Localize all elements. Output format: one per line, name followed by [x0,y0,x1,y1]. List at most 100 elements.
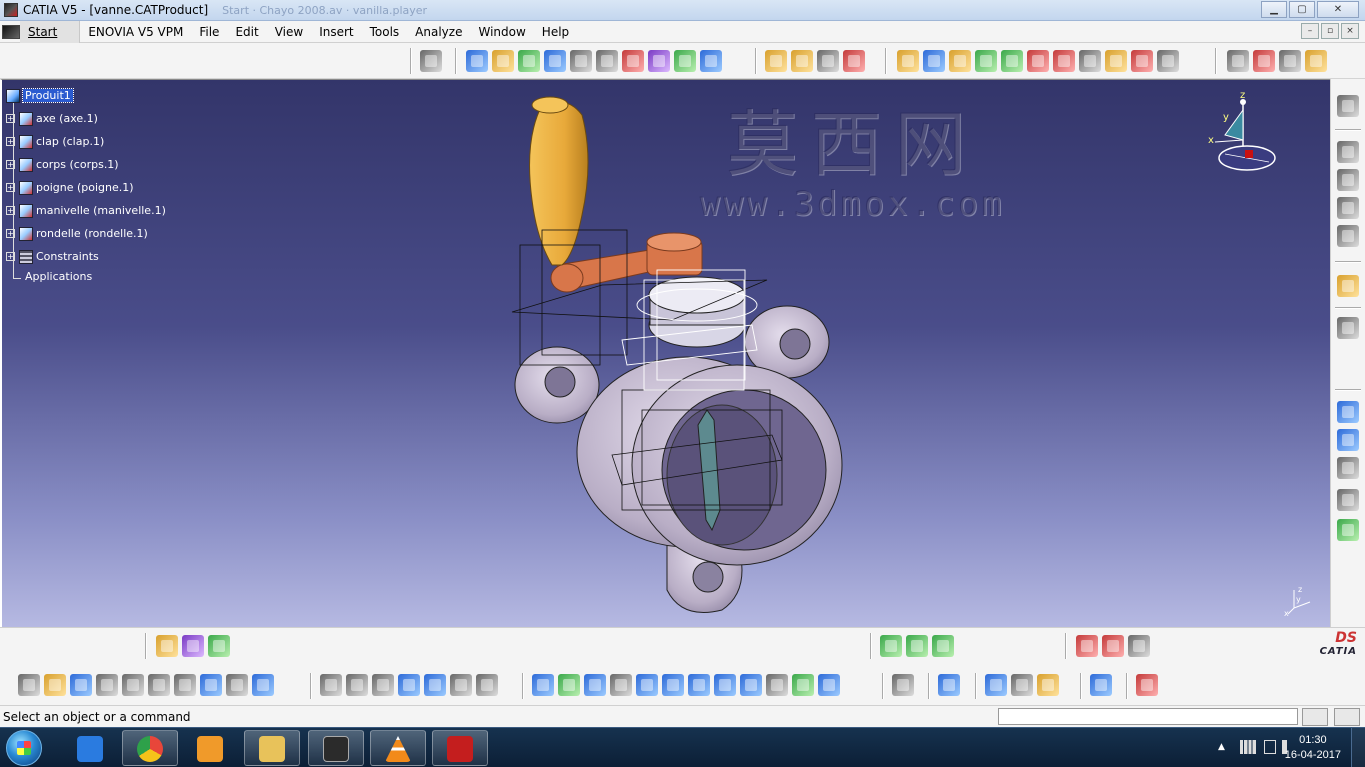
command-input[interactable] [998,708,1298,725]
distance-band-analysis-icon[interactable] [1279,50,1301,72]
tree-root-label[interactable]: Produit1 [22,88,74,103]
taskbar-media-player[interactable] [182,730,238,766]
tree-item-label[interactable]: axe (axe.1) [36,112,98,125]
expand-icon[interactable]: + [6,183,15,192]
bill-of-material-icon[interactable] [1076,635,1098,657]
zoom-in-icon[interactable] [636,674,658,696]
cut-section-icon[interactable] [182,635,204,657]
annotation-weld-icon[interactable] [1337,401,1359,423]
fix-together-icon[interactable] [596,50,618,72]
document-restore-button[interactable]: ▫ [1321,23,1339,39]
close-button[interactable]: ✕ [1317,1,1359,18]
tree-item-axe[interactable]: + axe (axe.1) [6,107,166,130]
fix-component-icon[interactable] [570,50,592,72]
whats-this-icon[interactable] [252,674,274,696]
camera-icon[interactable] [892,674,914,696]
capture-icon[interactable] [1337,519,1359,541]
tree-item-label[interactable]: Constraints [36,250,99,263]
paste-icon[interactable] [174,674,196,696]
taskbar-clock[interactable]: 01:30 16-04-2017 [1285,733,1341,763]
update-icon[interactable] [420,50,442,72]
move-forward-icon[interactable] [906,635,928,657]
zoom-out-icon[interactable] [662,674,684,696]
measure-inertia-icon[interactable] [1037,674,1059,696]
tree-root[interactable]: Produit1 [6,84,166,107]
new-component-icon[interactable] [765,50,787,72]
tree-item-constraints[interactable]: + Constraints [6,245,166,268]
catalog-icon[interactable] [156,635,178,657]
multi-instantiation-icon[interactable] [1157,50,1179,72]
tree-item-poigne[interactable]: + poigne (poigne.1) [6,176,166,199]
tree-item-rondelle[interactable]: + rondelle (rondelle.1) [6,222,166,245]
fly-mode-icon[interactable] [532,674,554,696]
menu-tools[interactable]: Tools [362,21,408,43]
compass-widget[interactable]: z y x [1205,90,1285,180]
snap-icon[interactable] [923,50,945,72]
grid-icon[interactable] [1136,674,1158,696]
expand-icon[interactable]: + [6,206,15,215]
tree-item-label[interactable]: clap (clap.1) [36,135,104,148]
windows-start-button[interactable] [6,730,42,766]
stop-manipulate-on-clash-icon[interactable] [1001,50,1023,72]
explode-icon[interactable] [975,50,997,72]
taskbar-vlc[interactable] [370,730,426,766]
flag-note-icon[interactable] [1337,457,1359,479]
catalog-browser-icon[interactable] [1337,317,1359,339]
analyze-dependencies-icon[interactable] [1102,635,1124,657]
parameters-explorer-icon[interactable] [476,674,498,696]
manage-representations-icon[interactable] [1131,50,1153,72]
scene-icon[interactable] [1337,225,1359,247]
manipulation-icon[interactable] [897,50,919,72]
menu-window[interactable]: Window [470,21,533,43]
contact-constraint-icon[interactable] [492,50,514,72]
menu-help[interactable]: Help [534,21,577,43]
smart-move-icon[interactable] [949,50,971,72]
product-structure-tools-icon[interactable] [1337,141,1359,163]
angle-constraint-icon[interactable] [544,50,566,72]
rotate-icon[interactable] [610,674,632,696]
minimize-button[interactable]: ▁ [1261,1,1287,18]
tree-item-manivelle[interactable]: + manivelle (manivelle.1) [6,199,166,222]
expand-icon[interactable]: + [6,252,15,261]
swap-visible-space-icon[interactable] [818,674,840,696]
assembly-features-icon[interactable] [1337,197,1359,219]
menu-analyze[interactable]: Analyze [407,21,470,43]
open-file-icon[interactable] [44,674,66,696]
copy-icon[interactable] [148,674,170,696]
network-signal-icon[interactable] [1240,740,1256,754]
status-stop-button[interactable] [1334,708,1360,726]
taskbar-acrobat[interactable] [432,730,488,766]
measure-item-icon[interactable] [1011,674,1033,696]
undo-icon[interactable] [200,674,222,696]
offset-constraint-icon[interactable] [518,50,540,72]
apply-material-icon[interactable] [1090,674,1112,696]
tree-item-label[interactable]: manivelle (manivelle.1) [36,204,166,217]
selective-load-icon[interactable] [1105,50,1127,72]
menu-edit[interactable]: Edit [227,21,266,43]
pan-icon[interactable] [584,674,606,696]
reuse-pattern-icon[interactable] [700,50,722,72]
save-icon[interactable] [70,674,92,696]
isometric-view-icon[interactable] [740,674,762,696]
annotation-view-icon[interactable] [1337,489,1359,511]
comment-icon[interactable] [346,674,368,696]
menu-start[interactable]: Start [20,20,81,43]
flexible-rigid-icon[interactable] [648,50,670,72]
graph-tree-reordering-icon[interactable] [1053,50,1075,72]
tray-show-hidden-icon[interactable]: ▲ [1218,742,1225,752]
new-product-icon[interactable] [791,50,813,72]
select-arrow-icon[interactable] [1337,275,1359,297]
taskbar-internet-explorer[interactable] [62,730,118,766]
3d-viewport[interactable]: Produit1 + axe (axe.1) + clap (clap.1) +… [0,79,1330,627]
materials-icon[interactable] [208,635,230,657]
law-icon[interactable] [424,674,446,696]
design-table-icon[interactable] [398,674,420,696]
menu-enovia[interactable]: ENOVIA V5 VPM [80,21,191,43]
change-constraint-icon[interactable] [674,50,696,72]
coincidence-constraint-icon[interactable] [466,50,488,72]
move-refresh-icon[interactable] [932,635,954,657]
menu-insert[interactable]: Insert [311,21,361,43]
document-close-button[interactable]: × [1341,23,1359,39]
taskbar-file-explorer[interactable] [244,730,300,766]
show-desktop-button[interactable] [1351,728,1365,767]
